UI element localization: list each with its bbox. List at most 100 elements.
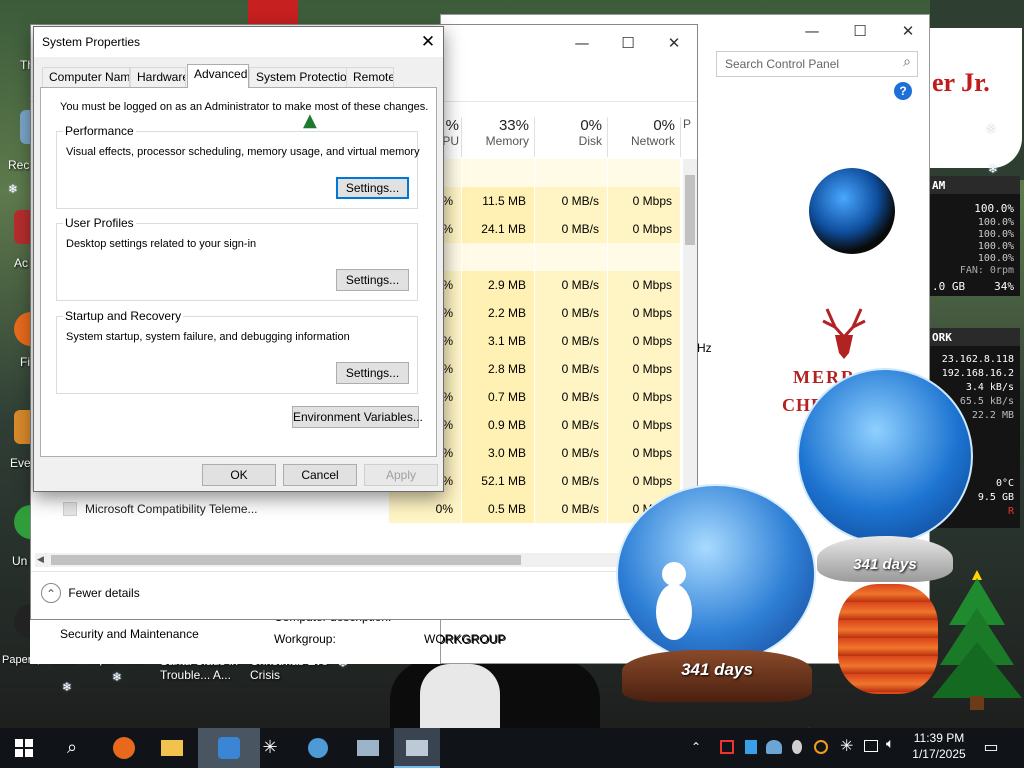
firefox-taskbar-icon[interactable] — [104, 734, 144, 762]
cell-disk: 0 MB/s — [535, 439, 607, 467]
cell-disk: 0 MB/s — [535, 299, 607, 327]
user-profiles-settings-button[interactable]: Settings... — [336, 269, 409, 291]
search-icon[interactable]: ⌕ — [903, 54, 911, 70]
notification-icon[interactable]: ▭ — [978, 737, 1004, 756]
cell-net: 0 Mbps — [608, 383, 680, 411]
clock[interactable]: 11:39 PM 1/17/2025 — [904, 731, 974, 761]
cell-mem: 24.1 MB — [462, 215, 534, 243]
startup-recovery-settings-button[interactable]: Settings... — [336, 362, 409, 384]
scrollbar-thumb[interactable] — [51, 555, 521, 565]
net-line: 23.162.8.118 — [941, 354, 1014, 365]
tab-computer-name[interactable]: Computer Name — [42, 67, 130, 87]
disk-label: Disk — [578, 134, 602, 148]
fewer-details-label: Fewer details — [68, 586, 140, 600]
close-button[interactable]: ✕ — [416, 31, 440, 53]
tray-overflow-icon[interactable]: ⌃ — [688, 740, 704, 754]
start-button[interactable] — [4, 734, 44, 762]
apply-button[interactable]: Apply — [364, 464, 438, 486]
table-row[interactable]: Microsoft Compatibility Teleme... 0% 0.5 M… — [31, 495, 681, 523]
temperature: 0°C — [995, 478, 1014, 489]
cell-net — [608, 159, 680, 187]
fewer-details-button[interactable]: ⌃ Fewer details — [41, 583, 140, 605]
desktop-label-acrobat: Ac — [14, 256, 29, 270]
search-input[interactable]: Search Control Panel ⌕ — [716, 51, 918, 77]
tray-icon[interactable]: ✳ — [840, 736, 853, 755]
column-memory[interactable]: 33% Memory — [463, 117, 529, 148]
startup-recovery-group: Startup and Recovery System startup, sys… — [56, 309, 418, 394]
network-label: Network — [630, 134, 675, 148]
tree-icon: ▲ — [303, 110, 317, 131]
clock-time: 11:39 PM — [913, 731, 965, 745]
tab-remote[interactable]: Remote — [346, 67, 394, 87]
volume-icon[interactable]: 🔈︎ — [886, 736, 894, 752]
tray-icon[interactable] — [766, 740, 782, 754]
tray-icon[interactable] — [814, 740, 828, 754]
cell-disk: 0 MB/s — [535, 355, 607, 383]
cell-mem: 2.2 MB — [462, 299, 534, 327]
user-profiles-title: User Profiles — [63, 216, 136, 230]
maximize-button[interactable]: ☐ — [605, 29, 651, 57]
tray-icon[interactable] — [745, 740, 757, 754]
memory-percent: 33% — [498, 117, 529, 134]
admin-note: You must be logged on as an Administrato… — [60, 101, 429, 113]
ram-header: AM — [932, 179, 946, 192]
minimize-button[interactable]: — — [559, 29, 605, 57]
performance-settings-button[interactable]: Settings... — [336, 177, 409, 199]
disk-size: 9.5 GB — [977, 492, 1014, 503]
close-button[interactable]: ✕ — [885, 17, 931, 45]
cell-mem: 3.1 MB — [462, 327, 534, 355]
globe-taskbar-icon[interactable] — [298, 734, 338, 762]
environment-variables-button[interactable]: Environment Variables... — [292, 406, 423, 428]
tab-hardware[interactable]: Hardware — [130, 67, 186, 87]
column-disk[interactable]: 0% Disk — [536, 117, 602, 148]
startup-recovery-title: Startup and Recovery — [63, 309, 184, 323]
cell-disk: 0 MB/s — [535, 215, 607, 243]
column-divider — [534, 117, 535, 157]
cell-net: 0 Mbps — [608, 271, 680, 299]
scrollbar-thumb[interactable] — [685, 175, 695, 245]
cell-disk: 0 MB/s — [535, 467, 607, 495]
horizontal-scrollbar[interactable]: ◀ — [35, 553, 681, 567]
reindeer-icon — [809, 297, 879, 365]
help-icon[interactable]: ? — [894, 82, 912, 100]
process-name: Microsoft Compatibility Teleme... — [85, 502, 258, 516]
desktop-label-unchecky: Un — [12, 554, 28, 568]
everything-taskbar-icon[interactable]: ✳ — [250, 734, 290, 762]
task-manager-taskbar-icon[interactable] — [348, 734, 388, 762]
scroll-left-icon[interactable]: ◀ — [37, 555, 44, 565]
column-network[interactable]: 0% Network — [609, 117, 675, 148]
column-divider — [680, 117, 681, 157]
ok-button[interactable]: OK — [202, 464, 276, 486]
cell-mem: 3.0 MB — [462, 439, 534, 467]
cell-disk: 0 MB/s — [535, 411, 607, 439]
network-icon[interactable] — [864, 740, 878, 752]
file-explorer-icon[interactable] — [152, 734, 192, 762]
security-link[interactable]: Security and Maintenance — [60, 627, 199, 641]
clock-date: 1/17/2025 — [912, 747, 966, 761]
column-power[interactable]: P — [683, 117, 697, 131]
network-header: ORK — [932, 331, 952, 344]
workgroup-value: WORKGROUP — [424, 632, 506, 646]
system-taskbar-icon[interactable] — [394, 728, 440, 768]
cell-disk — [535, 159, 607, 187]
cell-disk — [535, 243, 607, 271]
cancel-button[interactable]: Cancel — [283, 464, 357, 486]
user-profiles-desc: Desktop settings related to your sign-in — [66, 238, 257, 250]
maximize-button[interactable]: ☐ — [837, 17, 883, 45]
minimize-button[interactable]: — — [789, 17, 835, 45]
search-icon[interactable]: ⌕ — [52, 734, 92, 762]
tab-system-protection[interactable]: System Protection — [249, 67, 347, 87]
tray-icon[interactable] — [720, 740, 734, 754]
performance-group: Performance Visual effects, processor sc… — [56, 124, 420, 209]
cell-mem: 0.5 MB — [462, 495, 534, 523]
power-label: P — [683, 117, 692, 131]
snowflake-icon: ❄ — [62, 680, 73, 694]
cell-net: 0 Mbps — [608, 327, 680, 355]
windows-logo-icon — [809, 168, 895, 254]
ram-line: 100.0% — [977, 253, 1014, 264]
globe-sphere — [797, 368, 973, 544]
cell-mem: 0.9 MB — [462, 411, 534, 439]
tab-advanced[interactable]: Advanced — [187, 64, 249, 88]
tray-icon[interactable] — [792, 740, 802, 754]
close-button[interactable]: ✕ — [651, 29, 697, 57]
